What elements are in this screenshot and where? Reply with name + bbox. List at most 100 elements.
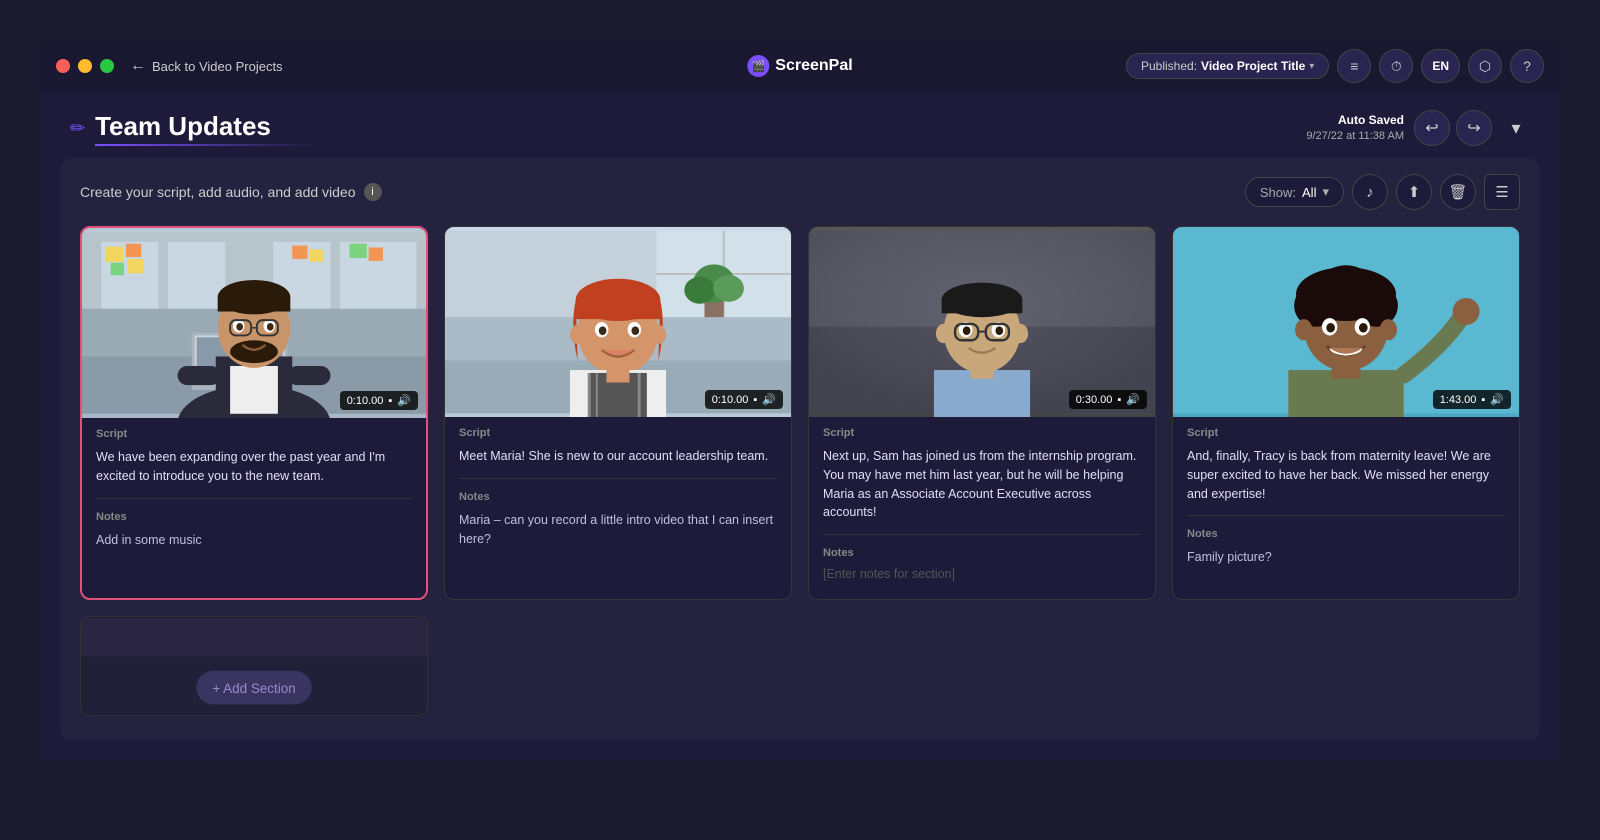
card-4-duration: 1:43.00 (1440, 394, 1477, 406)
auto-saved-time: 9/27/22 at 11:38 AM (1306, 130, 1404, 142)
card-2-person-svg (445, 227, 791, 417)
card-1-script-text[interactable]: We have been expanding over the past yea… (96, 448, 412, 486)
card-4-script-label: Script (1187, 427, 1505, 439)
card-1-duration-badge: 0:10.00 ▪ 🔊 (340, 391, 418, 410)
more-options-button[interactable]: ▾ (1502, 114, 1530, 142)
edit-icon: ✏ (70, 118, 85, 139)
card-3-body: Script Next up, Sam has joined us from t… (809, 417, 1155, 599)
redo-button[interactable]: ↪ (1456, 110, 1492, 146)
list-view-button[interactable]: ☰ (1484, 174, 1520, 210)
help-button[interactable]: ? (1510, 49, 1544, 83)
back-label: Back to Video Projects (152, 59, 283, 74)
card-3-resolution-icon: ▪ (1117, 394, 1121, 406)
export-button[interactable]: ⬆ (1396, 174, 1432, 210)
card-2-thumbnail: 0:10.00 ▪ 🔊 (445, 227, 791, 417)
language-button[interactable]: EN (1421, 49, 1460, 83)
show-chevron-icon: ▾ (1322, 184, 1329, 200)
cards-grid: 0:10.00 ▪ 🔊 Script We have been expandin… (60, 226, 1540, 740)
card-2-body: Script Meet Maria! She is new to our acc… (445, 417, 791, 599)
card-4-notes-label: Notes (1187, 528, 1505, 540)
close-button[interactable] (56, 59, 70, 73)
card-3-notes-placeholder[interactable]: [Enter notes for section] (823, 567, 1141, 581)
card-2-volume-icon: 🔊 (762, 393, 776, 406)
page-title-area: ✏ Team Updates (70, 111, 315, 146)
card-4-script-text[interactable]: And, finally, Tracy is back from materni… (1187, 447, 1505, 503)
card-2[interactable]: 0:10.00 ▪ 🔊 Script Meet Maria! She is ne… (444, 226, 792, 600)
show-label: Show: (1260, 185, 1296, 200)
card-5-partial-svg: + Add Section (81, 617, 427, 715)
card-1-thumbnail: 0:10.00 ▪ 🔊 (82, 228, 426, 418)
card-3-divider (823, 534, 1141, 535)
card-1-volume-icon: 🔊 (397, 394, 411, 407)
card-2-duration: 0:10.00 (712, 394, 749, 406)
card-1[interactable]: 0:10.00 ▪ 🔊 Script We have been expandin… (80, 226, 428, 600)
card-3-duration-badge: 0:30.00 ▪ 🔊 (1069, 390, 1147, 409)
card-4-notes-text[interactable]: Family picture? (1187, 548, 1505, 567)
minimize-button[interactable] (78, 59, 92, 73)
captions-button[interactable]: ≡ (1337, 49, 1371, 83)
card-4-volume-icon: 🔊 (1490, 393, 1504, 406)
page-header: ✏ Team Updates Auto Saved 9/27/22 at 11:… (40, 92, 1560, 158)
auto-saved-info: Auto Saved 9/27/22 at 11:38 AM (1306, 112, 1404, 145)
card-1-divider (96, 498, 412, 499)
card-3-duration: 0:30.00 (1076, 394, 1113, 406)
panel-toolbar: Create your script, add audio, and add v… (60, 158, 1540, 226)
info-symbol: i (371, 186, 373, 198)
card-2-duration-badge: 0:10.00 ▪ 🔊 (705, 390, 783, 409)
app-logo: 🎬 ScreenPal (747, 55, 852, 77)
back-arrow-icon: ← (130, 57, 146, 75)
card-3-thumbnail: 0:30.00 ▪ 🔊 (809, 227, 1155, 417)
published-label: Published: (1141, 59, 1197, 73)
history-button[interactable]: ⏱ (1379, 49, 1413, 83)
instruction-text: Create your script, add audio, and add v… (80, 184, 356, 200)
card-2-resolution-icon: ▪ (753, 394, 757, 406)
card-4-divider (1187, 515, 1505, 516)
logo-icon: 🎬 (747, 55, 769, 77)
svg-text:+ Add Section: + Add Section (212, 681, 295, 696)
card-2-script-text[interactable]: Meet Maria! She is new to our account le… (459, 447, 777, 466)
maximize-button[interactable] (100, 59, 114, 73)
card-4-body: Script And, finally, Tracy is back from … (1173, 417, 1519, 599)
card-3-person-svg (809, 227, 1155, 417)
card-3-volume-icon: 🔊 (1126, 393, 1140, 406)
card-4-resolution-icon: ▪ (1481, 394, 1485, 406)
card-4-thumbnail: 1:43.00 ▪ 🔊 (1173, 227, 1519, 417)
music-button[interactable]: ♪ (1352, 174, 1388, 210)
card-2-notes-label: Notes (459, 491, 777, 503)
lang-label: EN (1432, 59, 1449, 73)
main-panel: Create your script, add audio, and add v… (60, 158, 1540, 740)
card-3[interactable]: 0:30.00 ▪ 🔊 Script Next up, Sam has join… (808, 226, 1156, 600)
title-underline (95, 144, 315, 146)
card-4[interactable]: 1:43.00 ▪ 🔊 Script And, finally, Tracy i… (1172, 226, 1520, 600)
page-title: Team Updates (95, 111, 315, 142)
card-1-notes-text[interactable]: Add in some music (96, 531, 412, 550)
back-button[interactable]: ← Back to Video Projects (130, 57, 283, 75)
logo-text: ScreenPal (775, 57, 852, 75)
card-1-resolution-icon: ▪ (388, 395, 392, 407)
info-icon[interactable]: i (364, 183, 382, 201)
card-1-duration: 0:10.00 (347, 395, 384, 407)
card-1-person-svg (82, 228, 426, 418)
published-title: Video Project Title (1201, 59, 1305, 73)
undo-button[interactable]: ↩ (1414, 110, 1450, 146)
content-area: ✏ Team Updates Auto Saved 9/27/22 at 11:… (40, 92, 1560, 760)
traffic-lights (56, 59, 114, 73)
chevron-down-icon: ▾ (1309, 61, 1314, 72)
card-5-partial[interactable]: + Add Section (80, 616, 428, 716)
card-1-notes-label: Notes (96, 511, 412, 523)
card-2-notes-text[interactable]: Maria – can you record a little intro vi… (459, 511, 777, 549)
card-3-script-label: Script (823, 427, 1141, 439)
delete-button[interactable]: 🗑 (1440, 174, 1476, 210)
published-badge[interactable]: Published: Video Project Title ▾ (1126, 53, 1329, 79)
card-3-notes-label: Notes (823, 547, 1141, 559)
card-4-duration-badge: 1:43.00 ▪ 🔊 (1433, 390, 1511, 409)
card-1-script-label: Script (96, 428, 412, 440)
card-4-person-svg (1173, 227, 1519, 417)
auto-saved-label: Auto Saved (1338, 113, 1404, 127)
titlebar-right: Published: Video Project Title ▾ ≡ ⏱ EN … (1126, 49, 1544, 83)
layers-button[interactable]: ⬡ (1468, 49, 1502, 83)
card-1-body: Script We have been expanding over the p… (82, 418, 426, 598)
show-filter-dropdown[interactable]: Show: All ▾ (1245, 177, 1344, 207)
card-3-script-text[interactable]: Next up, Sam has joined us from the inte… (823, 447, 1141, 522)
header-right: Auto Saved 9/27/22 at 11:38 AM ↩ ↪ ▾ (1306, 110, 1530, 146)
